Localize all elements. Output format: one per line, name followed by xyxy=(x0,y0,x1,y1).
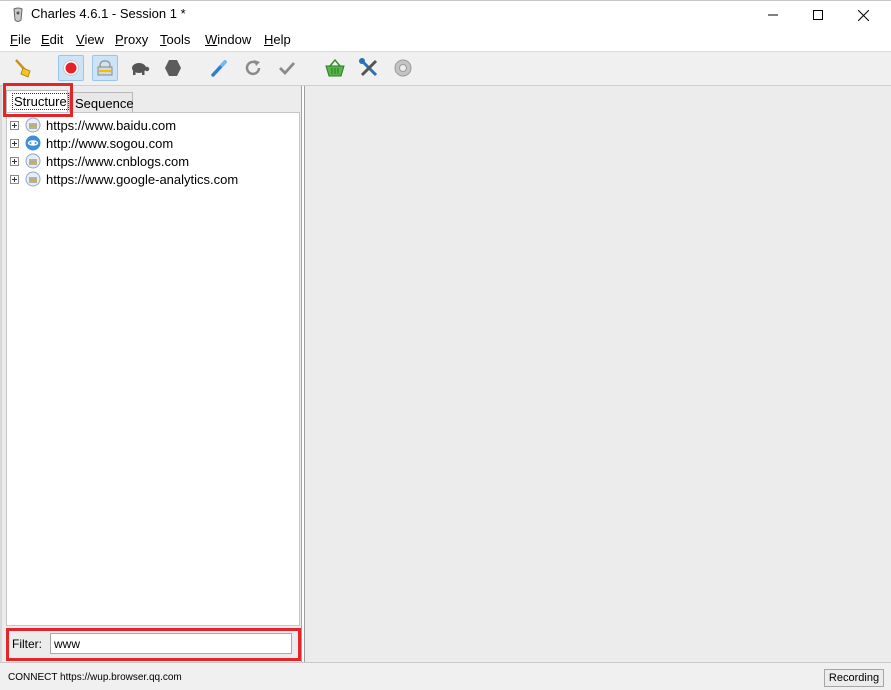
detail-panel xyxy=(304,86,891,662)
menu-proxy-mnemonic: P xyxy=(115,32,124,47)
expand-toggle-icon[interactable] xyxy=(10,138,19,148)
structure-tree: https://www.baidu.com http://www.sogou.c… xyxy=(6,112,300,626)
close-button[interactable] xyxy=(840,1,886,29)
host-label: https://www.cnblogs.com xyxy=(46,153,190,169)
minimize-button[interactable] xyxy=(750,1,796,29)
filter-input[interactable] xyxy=(50,633,292,654)
record-button[interactable] xyxy=(58,55,84,81)
close-icon xyxy=(857,9,869,21)
recording-status-button[interactable]: Recording xyxy=(824,669,884,687)
status-bar: CONNECT https://wup.browser.qq.com Recor… xyxy=(0,662,891,690)
menu-help-mnemonic: H xyxy=(264,32,274,47)
secure-host-icon xyxy=(25,117,41,133)
compose-button[interactable] xyxy=(206,55,232,81)
throttle-turtle-icon xyxy=(132,63,150,75)
validate-check-icon xyxy=(279,62,296,76)
navigator-panel: Sequence Structure https://www.baidu.com… xyxy=(2,83,302,662)
breakpoint-hexagon-icon xyxy=(165,60,181,76)
filter-label: Filter: xyxy=(12,637,42,651)
menu-edit-label: dit xyxy=(49,32,64,47)
menu-tools-label: ools xyxy=(166,32,191,47)
menu-proxy[interactable]: Proxy xyxy=(115,32,148,47)
breakpoints-button[interactable] xyxy=(160,55,186,81)
record-icon xyxy=(63,60,79,76)
menu-file-mnemonic: F xyxy=(10,32,18,47)
tree-row[interactable]: https://www.cnblogs.com xyxy=(7,152,189,170)
status-message: CONNECT https://wup.browser.qq.com xyxy=(8,672,182,683)
toolbar xyxy=(0,52,891,86)
settings-gear-icon xyxy=(394,59,412,77)
tree-row[interactable]: http://www.sogou.com xyxy=(7,134,173,152)
basket-icon xyxy=(325,58,345,77)
settings-button[interactable] xyxy=(390,55,416,81)
tools-icon xyxy=(359,58,378,77)
menu-file[interactable]: File xyxy=(10,32,31,47)
menu-proxy-label: roxy xyxy=(123,32,149,47)
shopping-basket-button[interactable] xyxy=(322,55,348,81)
host-label: http://www.sogou.com xyxy=(46,135,174,151)
menu-window[interactable]: Window xyxy=(205,32,251,47)
minimize-icon xyxy=(768,14,778,16)
tree-row[interactable]: https://www.baidu.com xyxy=(7,116,176,134)
throttling-button[interactable] xyxy=(126,55,152,81)
menu-file-label: ile xyxy=(17,32,31,47)
title-bar: Charles 4.6.1 - Session 1 * xyxy=(0,0,891,28)
host-label: https://www.google-analytics.com xyxy=(46,171,239,187)
secure-host-icon xyxy=(25,171,41,187)
menu-view-label: iew xyxy=(84,32,104,47)
ssl-proxy-icon xyxy=(97,60,113,76)
menu-window-mnemonic: W xyxy=(205,32,218,47)
expand-toggle-icon[interactable] xyxy=(10,120,19,130)
tools-button[interactable] xyxy=(356,55,382,81)
repeat-icon xyxy=(245,60,261,76)
tab-structure[interactable]: Structure xyxy=(6,90,69,114)
menu-help-label: elp xyxy=(273,32,291,47)
expand-toggle-icon[interactable] xyxy=(10,156,19,166)
menu-edit[interactable]: Edit xyxy=(41,32,63,47)
expand-toggle-icon[interactable] xyxy=(10,174,19,184)
host-label: https://www.baidu.com xyxy=(46,117,177,133)
menu-help[interactable]: Help xyxy=(264,32,291,47)
charles-app-icon xyxy=(13,7,23,22)
recording-label: Recording xyxy=(828,672,880,684)
ssl-proxying-button[interactable] xyxy=(92,55,118,81)
broom-icon xyxy=(15,59,31,78)
tab-sequence-label: Sequence xyxy=(75,96,134,111)
tab-structure-label: Structure xyxy=(12,93,69,110)
maximize-icon xyxy=(813,10,823,20)
filter-bar: Filter: xyxy=(6,629,300,659)
web-globe-icon xyxy=(25,135,41,151)
compose-pen-icon xyxy=(211,60,227,77)
menu-view[interactable]: View xyxy=(76,32,104,47)
tab-sequence[interactable]: Sequence xyxy=(69,92,134,114)
menu-bar: File Edit View Proxy Tools Window Help xyxy=(0,28,891,52)
repeat-button[interactable] xyxy=(240,55,266,81)
menu-tools[interactable]: Tools xyxy=(160,32,190,47)
clear-session-button[interactable] xyxy=(10,55,36,81)
tree-row[interactable]: https://www.google-analytics.com xyxy=(7,170,238,188)
maximize-button[interactable] xyxy=(795,1,841,29)
secure-host-icon xyxy=(25,153,41,169)
validate-button[interactable] xyxy=(274,55,300,81)
menu-window-label: indow xyxy=(217,32,252,47)
window-title: Charles 4.6.1 - Session 1 * xyxy=(31,6,186,21)
menu-edit-mnemonic: E xyxy=(41,32,50,47)
